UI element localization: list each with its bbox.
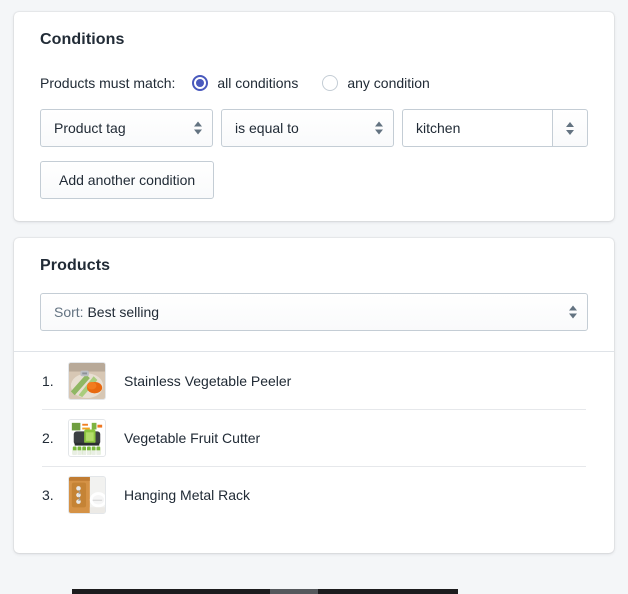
vegetable-peeler-photo (68, 361, 106, 400)
sort-select[interactable]: Sort: Best selling (40, 293, 588, 332)
page-root: Conditions Products must match: all cond… (0, 0, 628, 594)
radio-any-condition-mark[interactable] (322, 75, 339, 92)
product-name: Hanging Metal Rack (124, 486, 251, 503)
product-index: 2. (42, 429, 54, 446)
condition-value-stepper[interactable] (552, 109, 588, 148)
products-card: Products Sort: Best selling 1. Stainless… (14, 238, 614, 554)
radio-any-condition[interactable]: any condition (322, 75, 430, 92)
bottom-toolbar-segment-muted[interactable] (270, 589, 318, 594)
condition-operator-select[interactable]: is equal to (221, 109, 394, 148)
condition-operator-select-value: is equal to (235, 120, 299, 137)
list-item[interactable]: 2. Vegetable Fruit Cutter (14, 409, 614, 466)
list-item[interactable]: 1. Stainless Vegetable Peeler (14, 352, 614, 409)
product-index: 1. (42, 372, 54, 389)
product-list: 1. Stainless Vegetable Peeler 2. Vegetab… (14, 352, 614, 553)
hanging-metal-rack-photo (68, 475, 106, 514)
bottom-toolbar-segment-right[interactable] (318, 589, 458, 594)
condition-value-input-value: kitchen (416, 120, 461, 137)
condition-row: Product tag is equal to kitchen (40, 109, 588, 148)
condition-value-input[interactable]: kitchen (402, 109, 552, 148)
chevron-updown-icon (566, 121, 574, 135)
sort-select-prefix: Sort: (54, 304, 88, 321)
bottom-toolbar-segment[interactable] (72, 589, 270, 594)
add-another-condition-button[interactable]: Add another condition (40, 161, 215, 200)
list-item[interactable]: 3. Hanging Metal Rack (14, 466, 614, 523)
sort-select-selected: Best selling (87, 304, 160, 321)
condition-value-group: kitchen (402, 109, 588, 148)
conditions-card-title: Conditions (40, 31, 125, 48)
radio-all-conditions-mark[interactable] (192, 75, 209, 92)
product-name: Stainless Vegetable Peeler (124, 372, 292, 389)
radio-any-condition-label: any condition (347, 75, 430, 92)
sort-select-value: Sort: Best selling (41, 304, 587, 320)
match-mode-label: Products must match: (40, 75, 176, 92)
product-index: 3. (42, 486, 54, 503)
conditions-card: Conditions Products must match: all cond… (14, 12, 614, 222)
radio-all-conditions-label: all conditions (217, 75, 299, 92)
products-card-title: Products (40, 257, 111, 275)
product-name: Vegetable Fruit Cutter (124, 429, 261, 446)
vegetable-fruit-cutter-photo (68, 418, 106, 457)
match-mode-row: Products must match: all conditions any … (40, 75, 588, 92)
condition-field-select-value: Product tag (54, 120, 126, 137)
radio-all-conditions[interactable]: all conditions (192, 75, 299, 92)
bottom-edge-strip (0, 586, 628, 594)
condition-field-select[interactable]: Product tag (40, 109, 213, 148)
products-card-header: Products Sort: Best selling (14, 238, 614, 351)
